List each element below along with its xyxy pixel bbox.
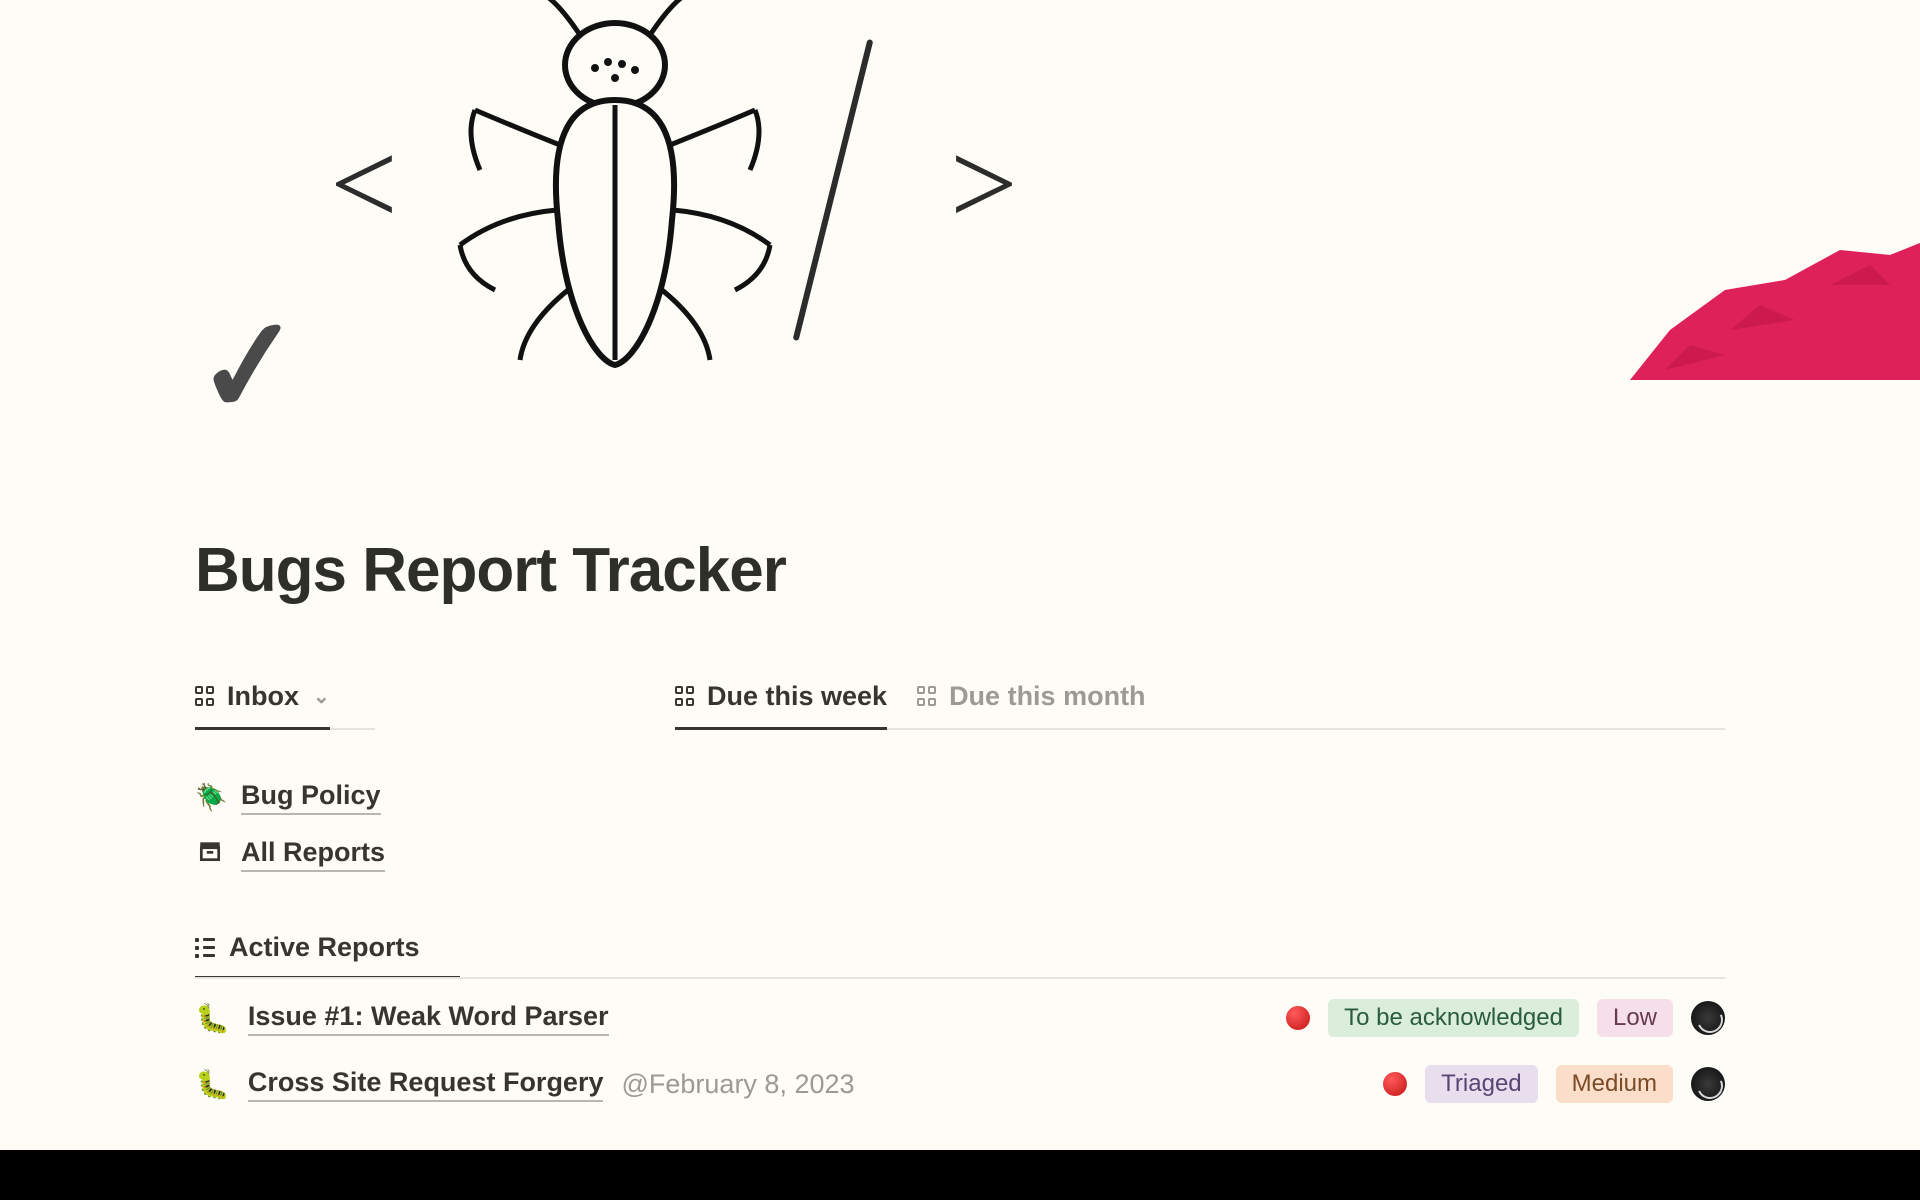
red-dot-icon: [1286, 1006, 1310, 1030]
archive-icon: [195, 838, 225, 871]
status-tag: Triaged: [1425, 1065, 1537, 1103]
link-all-reports[interactable]: All Reports: [195, 837, 1725, 872]
priority-tag: Low: [1597, 999, 1673, 1037]
report-title[interactable]: Cross Site Request Forgery: [248, 1067, 604, 1102]
view-group-left: Inbox ⌄: [195, 681, 375, 730]
list-icon: [195, 938, 215, 958]
page-title: Bugs Report Tracker: [195, 535, 1725, 606]
view-group-right: Due this week Due this month: [675, 681, 1725, 730]
view-tab-label: Due this month: [949, 681, 1146, 712]
beetle-icon: [440, 0, 790, 370]
view-tab-due-week[interactable]: Due this week: [675, 681, 887, 728]
link-bug-policy[interactable]: 🪲 Bug Policy: [195, 780, 1725, 815]
gallery-icon: [917, 686, 939, 708]
pink-paper-decoration: [1630, 235, 1920, 380]
view-tab-label: Inbox: [227, 681, 299, 712]
report-date: @February 8, 2023: [621, 1069, 854, 1100]
chevron-down-icon[interactable]: ⌄: [313, 684, 330, 709]
bug-icon: 🪲: [195, 782, 225, 813]
report-row[interactable]: 🐛 Cross Site Request Forgery @February 8, …: [195, 1045, 1725, 1111]
status-tag: To be acknowledged: [1328, 999, 1579, 1037]
view-tab-due-month[interactable]: Due this month: [917, 681, 1146, 728]
assignee-avatar[interactable]: [1691, 1001, 1725, 1035]
report-title[interactable]: Issue #1: Weak Word Parser: [248, 1001, 609, 1036]
active-reports-tab[interactable]: Active Reports: [195, 932, 1725, 979]
view-tab-label: Due this week: [707, 681, 887, 712]
footer-bar: [0, 1150, 1920, 1200]
gallery-icon: [675, 686, 697, 708]
red-dot-icon: [1383, 1072, 1407, 1096]
assignee-avatar[interactable]: [1691, 1067, 1725, 1101]
links-section: 🪲 Bug Policy All Reports: [195, 780, 1725, 872]
priority-tag: Medium: [1556, 1065, 1673, 1103]
link-label: All Reports: [241, 837, 385, 872]
active-reports-label: Active Reports: [229, 932, 420, 963]
report-row[interactable]: 🐛 Issue #1: Weak Word Parser To be acknowl…: [195, 979, 1725, 1045]
angle-bracket-right-icon: >: [950, 115, 1018, 253]
caterpillar-icon: 🐛: [195, 1002, 230, 1035]
checkmark-icon: ✓: [189, 286, 311, 447]
hero-cover: ✓ <: [0, 0, 1920, 375]
gallery-icon: [195, 686, 217, 708]
angle-bracket-left-icon: <: [330, 115, 398, 253]
view-tab-inbox[interactable]: Inbox ⌄: [195, 681, 330, 728]
slash-icon: [793, 39, 874, 341]
link-label: Bug Policy: [241, 780, 381, 815]
caterpillar-icon: 🐛: [195, 1068, 230, 1101]
